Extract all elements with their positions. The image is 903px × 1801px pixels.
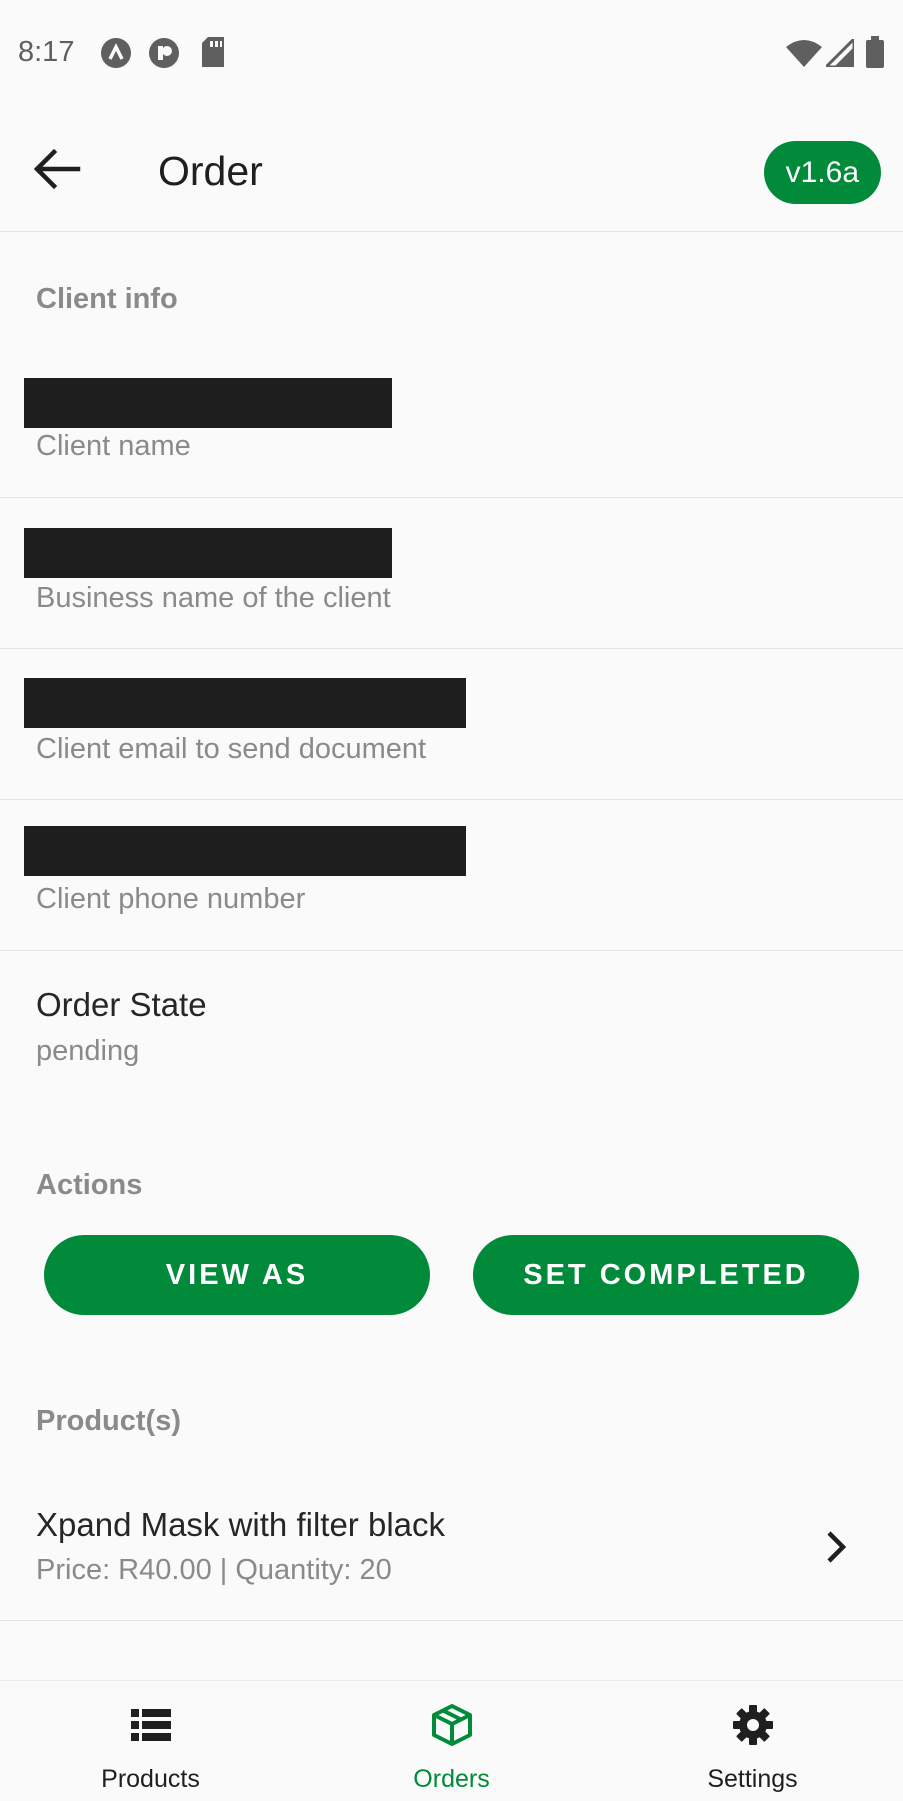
- field-label: Business name of the client: [36, 582, 391, 614]
- redacted-value: [24, 826, 466, 876]
- version-badge: v1.6a: [763, 141, 881, 204]
- nav-label: Products: [101, 1765, 200, 1793]
- gear-icon: [732, 1705, 773, 1745]
- nav-label: Orders: [413, 1765, 490, 1793]
- product-name: Xpand Mask with filter black: [36, 1506, 446, 1543]
- field-label: Client email to send document: [36, 733, 427, 765]
- app-p-icon: [149, 38, 179, 68]
- field-label: Client phone number: [36, 883, 306, 915]
- actions-heading: Actions: [36, 1169, 143, 1201]
- chevron-right-icon: [827, 1531, 847, 1563]
- client-name-field[interactable]: Client name: [0, 350, 903, 498]
- order-state-title: Order State: [36, 986, 207, 1023]
- redacted-value: [24, 378, 392, 428]
- nav-item-orders[interactable]: Orders: [301, 1681, 602, 1801]
- list-icon: [130, 1709, 171, 1741]
- client-phone-field[interactable]: Client phone number: [0, 800, 903, 951]
- status-bar: 8:17: [0, 0, 903, 108]
- products-heading: Product(s): [36, 1405, 181, 1437]
- business-name-field[interactable]: Business name of the client: [0, 498, 903, 649]
- nav-label: Settings: [707, 1765, 798, 1793]
- redacted-value: [24, 528, 392, 578]
- view-as-button[interactable]: VIEW AS: [44, 1235, 430, 1315]
- bottom-navigation: Products Orders Settings: [0, 1680, 903, 1801]
- redacted-value: [24, 678, 466, 728]
- nav-item-settings[interactable]: Settings: [602, 1681, 903, 1801]
- product-meta: Price: R40.00 | Quantity: 20: [36, 1554, 392, 1586]
- arrow-back-icon[interactable]: [32, 146, 82, 192]
- set-completed-button[interactable]: SET COMPLETED: [473, 1235, 859, 1315]
- product-list-item[interactable]: Xpand Mask with filter black Price: R40.…: [0, 1482, 903, 1621]
- status-time: 8:17: [18, 36, 75, 68]
- field-label: Client name: [36, 430, 191, 462]
- battery-icon: [866, 36, 884, 68]
- app-a-icon: [101, 38, 131, 68]
- order-state-value: pending: [36, 1035, 140, 1067]
- sd-card-icon: [202, 37, 224, 67]
- client-info-heading: Client info: [36, 283, 178, 315]
- wifi-icon: [786, 40, 822, 67]
- package-icon: [431, 1704, 472, 1746]
- signal-icon: [826, 39, 854, 67]
- client-email-field[interactable]: Client email to send document: [0, 649, 903, 800]
- nav-item-products[interactable]: Products: [0, 1681, 301, 1801]
- page-title: Order: [158, 148, 263, 194]
- app-bar: Order v1.6a: [0, 108, 903, 232]
